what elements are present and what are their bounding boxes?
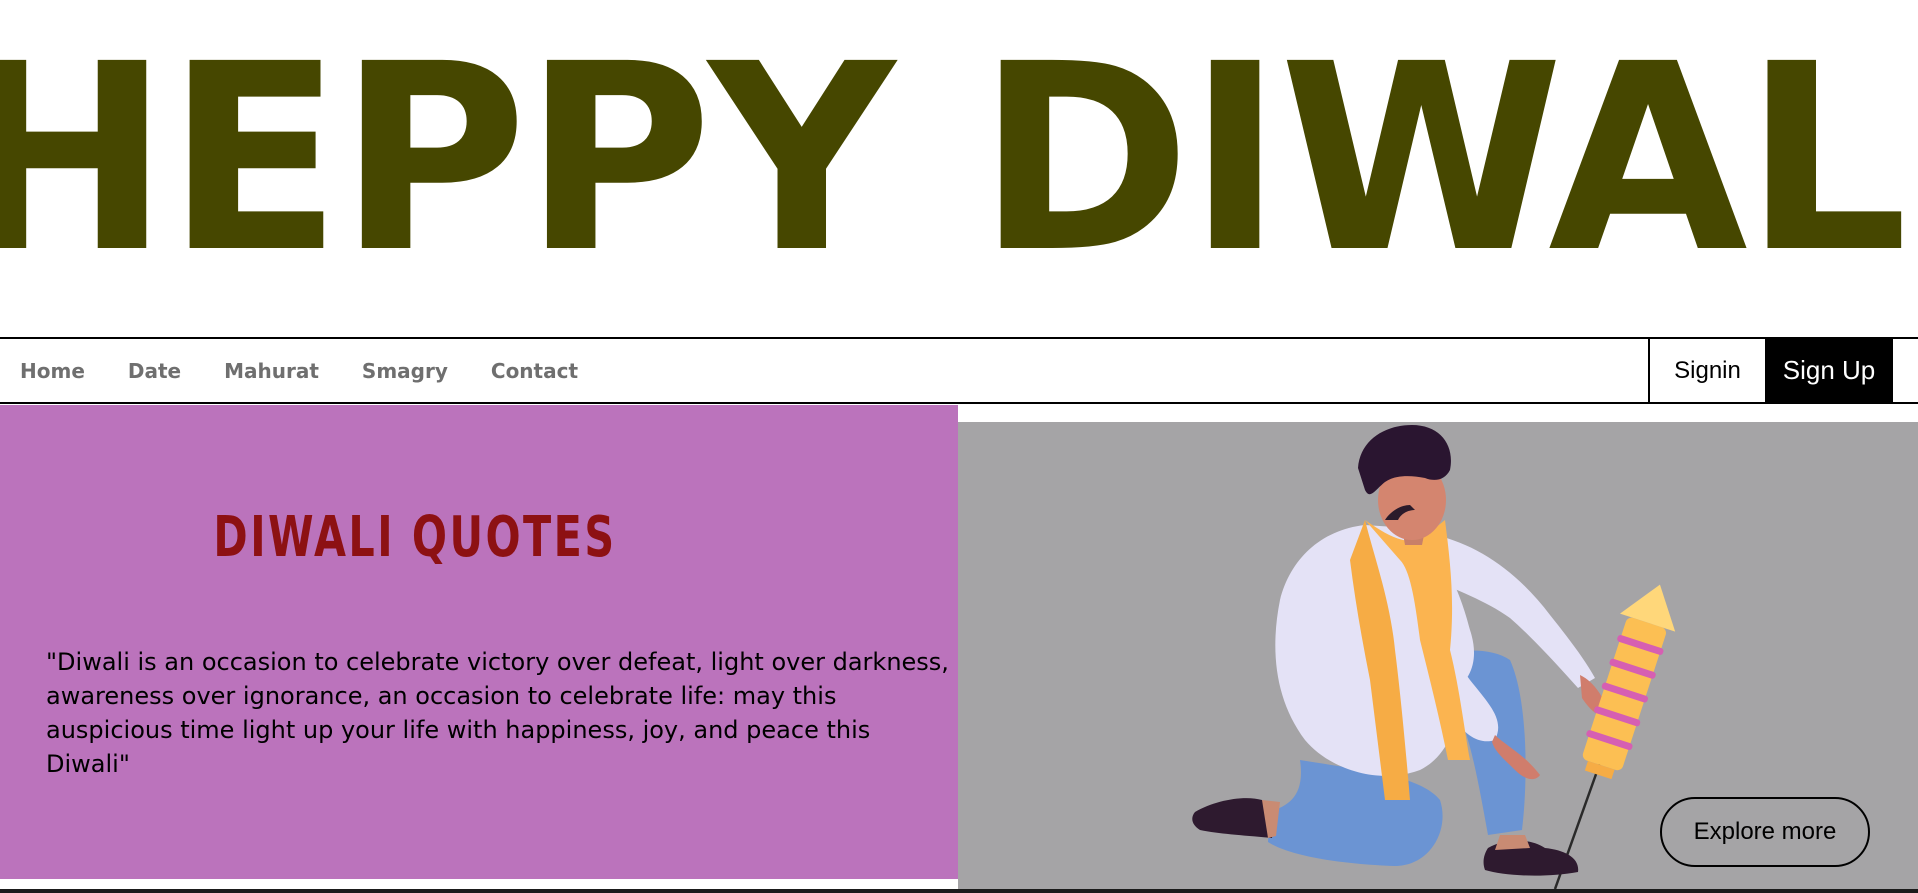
- nav-link-contact[interactable]: Contact: [491, 359, 578, 383]
- quotes-heading: DIWALI QUOTES: [213, 505, 617, 570]
- quotes-panel: DIWALI QUOTES "Diwali is an occasion to …: [0, 405, 958, 879]
- nav-link-home[interactable]: Home: [20, 359, 85, 383]
- banner-title: HEPPY DIWALI: [0, 9, 1918, 309]
- nav-link-date[interactable]: Date: [128, 359, 181, 383]
- signup-button[interactable]: Sign Up: [1765, 339, 1893, 402]
- nav-links: Home Date Mahurat Smagry Contact: [20, 339, 578, 402]
- quote-text: "Diwali is an occasion to celebrate vict…: [46, 648, 949, 778]
- navbar: Home Date Mahurat Smagry Contact Signin …: [0, 337, 1918, 404]
- signin-button[interactable]: Signin: [1648, 339, 1765, 402]
- auth-buttons: Signin Sign Up: [1648, 339, 1893, 402]
- nav-link-smagry[interactable]: Smagry: [362, 359, 448, 383]
- bottom-divider: [0, 889, 1918, 893]
- explore-more-button[interactable]: Explore more: [1660, 797, 1870, 867]
- nav-link-mahurat[interactable]: Mahurat: [224, 359, 319, 383]
- banner: HEPPY DIWALI: [0, 0, 1918, 336]
